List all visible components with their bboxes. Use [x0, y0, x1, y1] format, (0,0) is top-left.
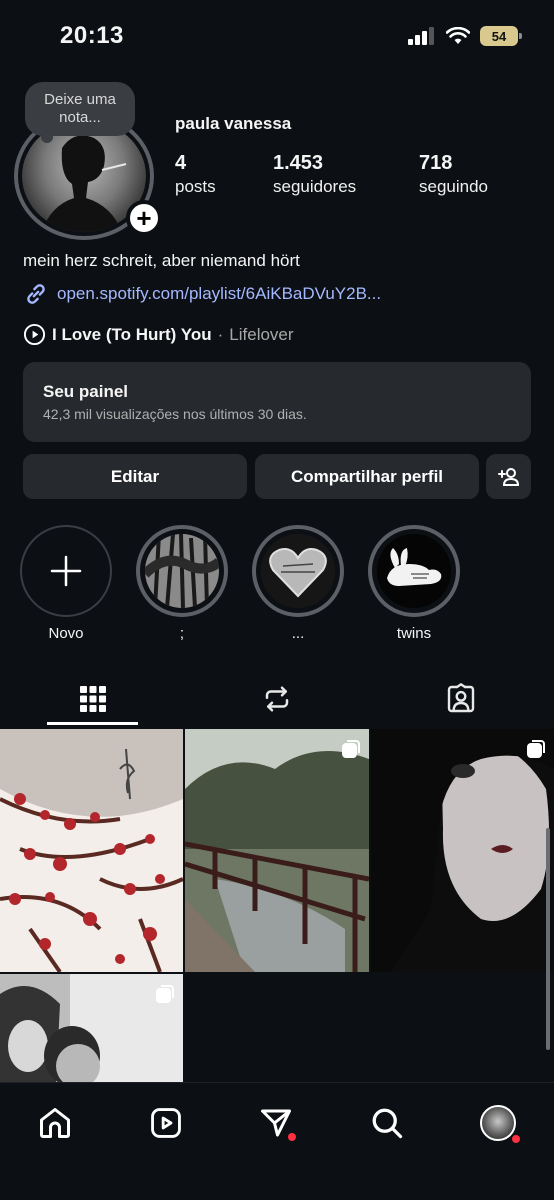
nav-messages[interactable] [254, 1101, 298, 1145]
discover-people-button[interactable] [486, 454, 531, 499]
active-tab-indicator [47, 722, 138, 725]
highlight-label: twins [396, 625, 432, 642]
stat-label: seguindo [419, 177, 489, 196]
add-person-icon [497, 467, 519, 486]
add-story-button[interactable]: + [126, 200, 162, 236]
post-image-tattoo [0, 729, 183, 972]
stat-label: posts [175, 177, 216, 196]
highlight-circle [136, 525, 228, 617]
status-bar: 20:13 54 [0, 0, 554, 74]
link-text[interactable]: open.spotify.com/playlist/6AiKBaDVuY2B..… [57, 284, 381, 304]
panel-subtitle: 42,3 mil visualizações nos últimos 30 di… [43, 406, 307, 422]
music-title: I Love (To Hurt) You [52, 324, 212, 344]
highlight-cover-forest [145, 534, 219, 608]
scrollbar[interactable] [546, 828, 550, 1050]
profile-avatar-icon [480, 1105, 516, 1141]
highlight-item[interactable]: twins [368, 525, 460, 642]
plus-icon [50, 555, 82, 587]
highlight-label: ... [291, 625, 305, 642]
profile-tabs [0, 670, 554, 728]
battery-level: 54 [491, 28, 507, 44]
reels-icon [151, 1108, 181, 1138]
grid-post[interactable] [185, 729, 369, 972]
search-icon [372, 1108, 403, 1139]
profile-bio: mein herz schreit, aber niemand hört [23, 251, 300, 270]
grid-icon [80, 686, 106, 712]
status-time: 20:13 [60, 22, 124, 49]
status-icons: 54 [408, 26, 522, 46]
highlight-item[interactable]: ... [252, 525, 344, 642]
stat-value: 4 [175, 152, 187, 174]
stat-value: 718 [419, 152, 453, 174]
home-icon [40, 1108, 70, 1138]
nav-profile[interactable] [476, 1101, 520, 1145]
note-bubble[interactable]: Deixe uma nota... [25, 82, 135, 143]
post-image-portrait [371, 729, 554, 972]
highlight-label: Novo [48, 625, 84, 642]
post-image-bridge [185, 729, 369, 972]
profile-name: paula vanessa [175, 114, 292, 133]
music-artist: Lifelover [229, 324, 294, 344]
stat-followers[interactable]: 1.453 seguidores [273, 152, 356, 197]
wifi-icon [446, 27, 470, 44]
stat-posts[interactable]: 4 posts [175, 152, 216, 197]
highlight-circle [368, 525, 460, 617]
highlight-label: ; [179, 625, 185, 642]
tagged-icon [447, 683, 475, 713]
cellular-signal-icon [408, 27, 434, 45]
stat-following[interactable]: 718 seguindo [419, 152, 488, 197]
notification-dot [288, 1133, 296, 1141]
highlight-item[interactable]: ; [136, 525, 228, 642]
highlight-new[interactable]: Novo [20, 525, 112, 642]
edit-profile-button[interactable]: Editar [23, 454, 247, 499]
highlight-circle [252, 525, 344, 617]
reposts-icon [265, 686, 289, 712]
notification-dot [512, 1135, 520, 1143]
tab-posts-grid[interactable] [47, 670, 139, 728]
music-separator: · [217, 324, 224, 344]
multiple-posts-icon [342, 740, 360, 758]
link-icon [27, 284, 45, 304]
battery-icon: 54 [480, 26, 522, 46]
multiple-posts-icon [156, 985, 174, 1003]
profile-link[interactable]: open.spotify.com/playlist/6AiKBaDVuY2B..… [23, 281, 381, 307]
grid-post[interactable] [371, 729, 554, 972]
tab-reposts[interactable] [231, 670, 323, 728]
nav-search[interactable] [365, 1101, 409, 1145]
grid-post[interactable] [0, 974, 183, 1084]
bottom-navigation [0, 1082, 554, 1200]
play-circle-icon [23, 323, 46, 346]
tab-tagged[interactable] [415, 670, 507, 728]
panel-title: Seu painel [43, 382, 129, 401]
share-profile-button[interactable]: Compartilhar perfil [255, 454, 479, 499]
stat-label: seguidores [273, 177, 357, 196]
professional-dashboard[interactable]: Seu painel 42,3 mil visualizações nos úl… [23, 362, 531, 442]
nav-home[interactable] [33, 1101, 77, 1145]
stat-value: 1.453 [273, 152, 324, 174]
profile-music[interactable]: I Love (To Hurt) You · Lifelover [23, 323, 294, 346]
new-highlight-circle [20, 525, 112, 617]
highlight-cover-heart [261, 534, 335, 608]
grid-post[interactable] [0, 729, 183, 972]
multiple-posts-icon [527, 740, 545, 758]
nav-reels[interactable] [144, 1101, 188, 1145]
highlight-cover-rabbit [377, 534, 451, 608]
